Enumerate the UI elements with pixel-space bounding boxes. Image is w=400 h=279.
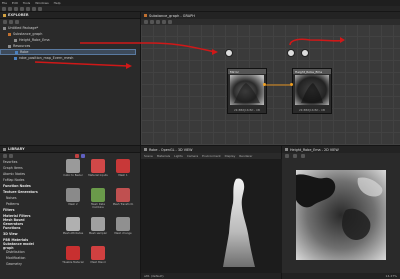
library-category[interactable]: Substance model graph: [0, 242, 44, 250]
3d-viewport[interactable]: [141, 159, 282, 273]
library-panel: LIBRARY Favorites Graph Items Atomic Nod…: [0, 145, 141, 279]
library-item[interactable]: Material Inputs: [87, 159, 109, 185]
library-item-thumbnail-icon: [91, 246, 105, 260]
library-item[interactable]: Mesh sampler: [87, 217, 109, 243]
library-item-label: Mesh change: [114, 232, 132, 235]
library-item-thumbnail-icon: [116, 188, 130, 202]
arrow-head-icon: [212, 49, 218, 55]
library-item-label: Mesh sampler: [88, 232, 108, 235]
library-item[interactable]: Mesh change: [112, 217, 134, 243]
2d-view-panel: Height_Robe_Ema - 2D VIEW 14.27%: [282, 145, 400, 279]
3d-view-header: Robe - OpenGL - 3D VIEW: [141, 146, 281, 153]
library-item-thumbnail-icon: [116, 159, 130, 173]
library-item-thumbnail-icon: [66, 188, 80, 202]
library-item[interactable]: Cubic to Bezier: [62, 159, 84, 185]
arrow-head-icon: [126, 63, 132, 69]
zoom-level: 14.27%: [385, 274, 397, 278]
library-grid: Cubic to Bezier Material Inputs Mesh 1 Mesh…: [62, 159, 138, 272]
library-item-label: Material Inputs: [88, 174, 108, 177]
library-item-label: Tileable Material: [62, 261, 84, 264]
channel-icon[interactable]: [301, 154, 305, 158]
library-item-label: Mesh 2: [68, 203, 78, 206]
library-icon: [3, 147, 6, 151]
library-item-label: Cubic to Bezier: [63, 174, 83, 177]
library-item-thumbnail-icon: [66, 246, 80, 260]
menu-display[interactable]: Display: [225, 154, 236, 158]
color-filter-icon[interactable]: [81, 154, 85, 158]
fit-icon[interactable]: [285, 154, 289, 158]
library-header: LIBRARY: [0, 146, 140, 153]
library-item-label: Mesh Data Combine: [91, 203, 105, 209]
library-item[interactable]: Mesh Blend: [87, 246, 109, 272]
library-item-thumbnail-icon: [66, 217, 80, 231]
2d-viewport[interactable]: [296, 170, 386, 260]
library-item[interactable]: [112, 246, 134, 272]
2d-view-status: 14.27%: [282, 273, 400, 279]
library-item-label: Mesh Blend: [90, 261, 106, 264]
library-categories: Favorites Graph Items Atomic Nodes FxMap…: [0, 159, 44, 267]
library-item-thumbnail-icon: [91, 159, 105, 173]
library-category[interactable]: Mesh Based Generators: [0, 218, 44, 226]
color-filter-icon[interactable]: [75, 154, 79, 158]
library-item-thumbnail-icon: [91, 188, 105, 202]
library-category[interactable]: Geometry: [0, 261, 44, 267]
library-item-thumbnail-icon: [66, 159, 80, 173]
search-icon[interactable]: [9, 154, 13, 158]
library-item[interactable]: Mesh 1: [112, 159, 134, 185]
3d-view-title: Robe - OpenGL - 3D VIEW: [149, 147, 193, 152]
3d-view-status: alt1 (default): [141, 273, 281, 279]
2d-view-header: Height_Robe_Ema - 2D VIEW: [282, 146, 400, 153]
3d-view-panel: Robe - OpenGL - 3D VIEW Scene Materials …: [141, 145, 282, 279]
menu-lights[interactable]: Lights: [174, 154, 183, 158]
library-item[interactable]: Mesh Data Combine: [87, 188, 109, 214]
annotation-arrow: [289, 38, 343, 46]
3d-view-icon: [144, 148, 147, 151]
library-title: LIBRARY: [8, 147, 25, 151]
library-item-thumbnail-icon: [116, 217, 130, 231]
menu-environment[interactable]: Environment: [202, 154, 220, 158]
menu-materials[interactable]: Materials: [157, 154, 170, 158]
2d-view-toolbar: [282, 153, 400, 159]
library-item-thumbnail-icon: [116, 246, 130, 260]
2d-view-icon: [285, 148, 288, 151]
2d-view-title: Height_Robe_Ema - 2D VIEW: [290, 147, 339, 152]
library-item[interactable]: Mesh Attributes: [62, 217, 84, 243]
status-text: alt1 (default): [144, 274, 164, 278]
library-item[interactable]: Mesh 2: [62, 188, 84, 214]
arrow-head-icon: [340, 37, 345, 43]
menu-scene[interactable]: Scene: [144, 154, 153, 158]
library-item[interactable]: Mesh Transform: [112, 188, 134, 214]
library-item-label: Mesh Attributes: [62, 232, 84, 235]
zoom-icon[interactable]: [293, 154, 297, 158]
filter-icon[interactable]: [3, 154, 7, 158]
menu-renderer[interactable]: Renderer: [239, 154, 252, 158]
library-item-label: Mesh 1: [118, 174, 128, 177]
library-item-label: Mesh Transform: [112, 203, 134, 206]
library-item[interactable]: Tileable Material: [62, 246, 84, 272]
library-item-thumbnail-icon: [91, 217, 105, 231]
annotation-arrow: [34, 61, 129, 67]
menu-camera[interactable]: Camera: [187, 154, 198, 158]
annotation-arrow: [80, 42, 216, 53]
